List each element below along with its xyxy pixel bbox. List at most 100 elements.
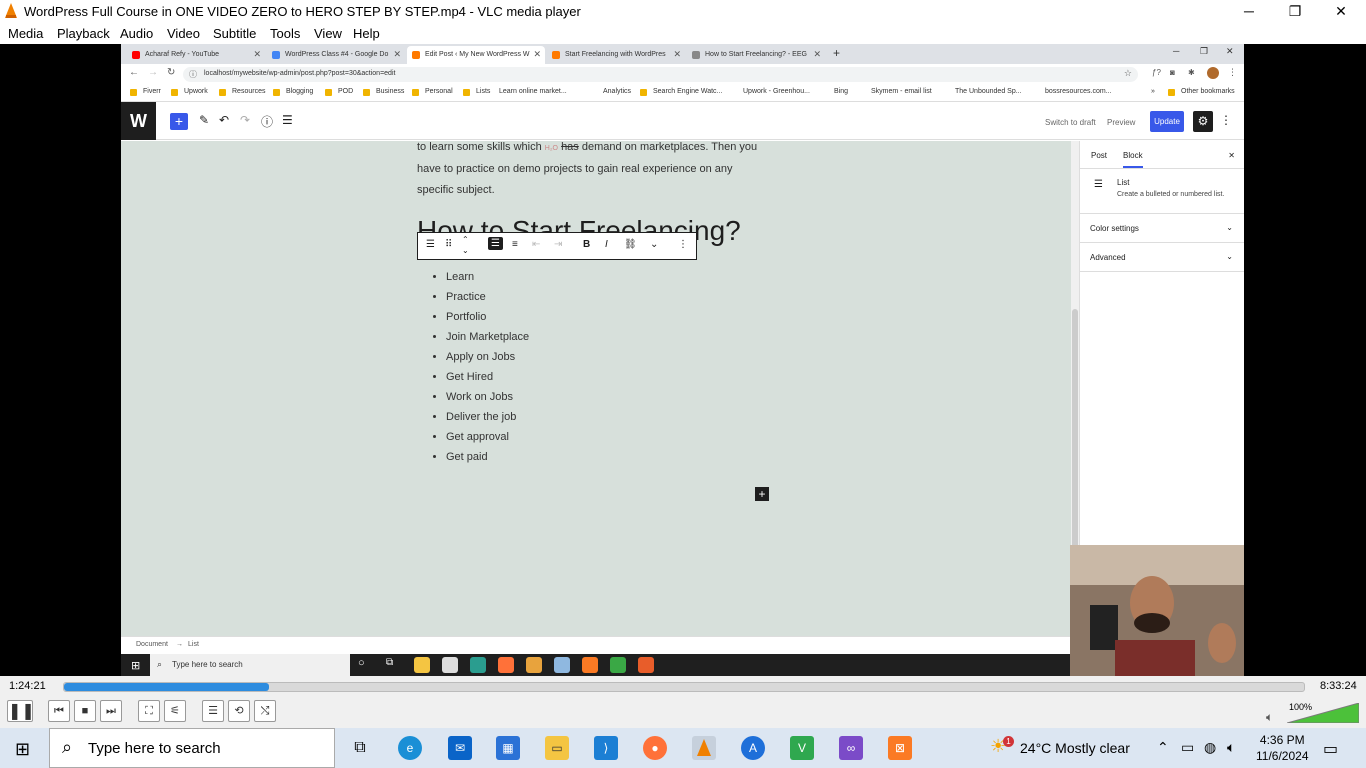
menu-view[interactable]: View: [314, 26, 342, 41]
close-icon[interactable]: ✕: [1228, 151, 1235, 160]
menu-help[interactable]: Help: [353, 26, 380, 41]
advanced-panel[interactable]: Advanced ⌄: [1080, 243, 1244, 272]
bookmark[interactable]: Resources: [232, 88, 265, 95]
bookmark[interactable]: Lists: [476, 88, 490, 95]
redo-icon[interactable]: ↷: [240, 113, 250, 127]
browser-tab[interactable]: Acharaf Refy - YouTube ✕: [127, 46, 265, 64]
info-icon[interactable]: ⓘ: [261, 113, 273, 130]
ordered-list-icon[interactable]: ≡: [512, 239, 518, 250]
playlist-icon[interactable]: ☰: [202, 700, 224, 722]
add-block-icon[interactable]: +: [170, 113, 188, 130]
new-tab-icon[interactable]: +: [833, 46, 840, 60]
unordered-list-icon[interactable]: ☰: [488, 237, 503, 250]
browser-tab-active[interactable]: Edit Post ‹ My New WordPress W ✕: [407, 46, 545, 64]
browser-minimize-icon[interactable]: ─: [1173, 46, 1179, 56]
reload-icon[interactable]: ↻: [167, 67, 175, 78]
store-icon[interactable]: ▦: [496, 736, 520, 760]
bookmark[interactable]: The Unbounded Sp...: [955, 88, 1022, 95]
move-up-icon[interactable]: ⌃: [462, 235, 469, 244]
extension-icon[interactable]: ƒ?: [1152, 68, 1161, 77]
bookmark[interactable]: Learn online market...: [499, 88, 567, 95]
edge-icon[interactable]: e: [398, 736, 422, 760]
close-icon[interactable]: ✕: [253, 49, 261, 60]
tab-post[interactable]: Post: [1091, 151, 1107, 160]
bookmark[interactable]: POD: [338, 88, 353, 95]
app-icon[interactable]: A: [741, 736, 765, 760]
menu-audio[interactable]: Audio: [120, 26, 153, 41]
star-icon[interactable]: ☆: [1124, 68, 1132, 79]
loop-icon[interactable]: ⟲: [228, 700, 250, 722]
link-icon[interactable]: ⛓: [624, 239, 637, 250]
back-icon[interactable]: ←: [129, 67, 139, 78]
vlc-icon[interactable]: [692, 736, 716, 760]
volume-icon[interactable]: 🔈︎: [1227, 739, 1235, 756]
pencil-icon[interactable]: ✎: [199, 113, 209, 127]
list-item[interactable]: Learn: [446, 267, 529, 287]
wordpress-logo-icon[interactable]: W: [121, 102, 156, 140]
xampp-icon[interactable]: ⊠: [888, 736, 912, 760]
block-options-icon[interactable]: ⋮: [678, 239, 688, 250]
italic-icon[interactable]: I: [605, 239, 608, 250]
avatar[interactable]: [1207, 67, 1219, 79]
menu-subtitle[interactable]: Subtitle: [213, 26, 256, 41]
bookmark[interactable]: Other bookmarks: [1181, 88, 1235, 95]
close-icon[interactable]: ✕: [813, 49, 821, 60]
bold-icon[interactable]: B: [583, 239, 590, 250]
settings-gear-icon[interactable]: ⚙: [1193, 111, 1213, 132]
bookmark[interactable]: Blogging: [286, 88, 313, 95]
chevron-down-icon[interactable]: ⌄: [650, 239, 658, 250]
task-view-icon[interactable]: ⧉: [348, 736, 372, 760]
seek-bar[interactable]: [63, 682, 1305, 692]
list-item[interactable]: Portfolio: [446, 307, 529, 327]
chevron-up-icon[interactable]: ⌃: [1157, 739, 1169, 756]
close-icon[interactable]: ✕: [533, 49, 541, 60]
update-button[interactable]: Update: [1150, 111, 1184, 132]
weather-widget[interactable]: 24°C Mostly clear: [1020, 740, 1130, 756]
browser-tab[interactable]: WordPress Class #4 - Google Do ✕: [267, 46, 405, 64]
list-item[interactable]: Get Hired: [446, 367, 529, 387]
menu-media[interactable]: Media: [8, 26, 43, 41]
browser-close-icon[interactable]: ✕: [1226, 46, 1234, 57]
windows-start-icon[interactable]: ⊞: [15, 739, 30, 760]
browser-restore-icon[interactable]: ❐: [1200, 46, 1208, 57]
close-button[interactable]: ✕: [1318, 0, 1364, 22]
bookmark[interactable]: Personal: [425, 88, 453, 95]
bookmark[interactable]: bossresources.com...: [1045, 88, 1112, 95]
vscode-icon[interactable]: ⟩: [594, 736, 618, 760]
move-down-icon[interactable]: ⌄: [462, 246, 469, 255]
firefox-icon[interactable]: ●: [643, 736, 667, 760]
list-item[interactable]: Get paid: [446, 447, 529, 467]
preview-button[interactable]: Preview: [1107, 118, 1135, 127]
bookmark[interactable]: Business: [376, 88, 404, 95]
bookmark[interactable]: Bing: [834, 88, 848, 95]
bookmark[interactable]: Analytics: [603, 88, 631, 95]
menu-video[interactable]: Video: [167, 26, 200, 41]
transform-list-icon[interactable]: ☰: [426, 239, 435, 250]
taskbar-search-box[interactable]: ⌕ Type here to search: [49, 728, 335, 768]
stop-icon[interactable]: ■: [74, 700, 96, 722]
editor-canvas[interactable]: to learn some skills which H₂O has deman…: [121, 141, 1071, 636]
app-icon[interactable]: V: [790, 736, 814, 760]
puzzle-icon[interactable]: ✱: [1188, 68, 1195, 77]
list-item[interactable]: Practice: [446, 287, 529, 307]
battery-icon[interactable]: ▭: [1181, 739, 1194, 756]
bookmark[interactable]: Skymem - email list: [871, 88, 932, 95]
speaker-icon[interactable]: 🔈︎: [1266, 710, 1273, 725]
visual-studio-icon[interactable]: ∞: [839, 736, 863, 760]
outdent-icon[interactable]: ⇤: [532, 239, 540, 250]
previous-icon[interactable]: ⏮: [48, 700, 70, 722]
breadcrumb-document[interactable]: Document: [136, 641, 168, 648]
bookmark[interactable]: Fiverr: [143, 88, 161, 95]
list-view-icon[interactable]: ☰: [282, 113, 293, 127]
file-explorer-icon[interactable]: ▭: [545, 736, 569, 760]
bookmark[interactable]: Upwork - Greenhou...: [743, 88, 810, 95]
bookmarks-overflow[interactable]: »: [1151, 88, 1155, 95]
forward-icon[interactable]: →: [148, 67, 158, 78]
scrollbar-thumb[interactable]: [1072, 309, 1078, 549]
mail-icon[interactable]: ✉: [448, 736, 472, 760]
more-icon[interactable]: ⋮: [1228, 67, 1237, 78]
restore-button[interactable]: ❐: [1272, 0, 1318, 22]
color-settings-panel[interactable]: Color settings ⌄: [1080, 214, 1244, 243]
tab-block[interactable]: Block: [1123, 151, 1143, 168]
list-item[interactable]: Work on Jobs: [446, 387, 529, 407]
